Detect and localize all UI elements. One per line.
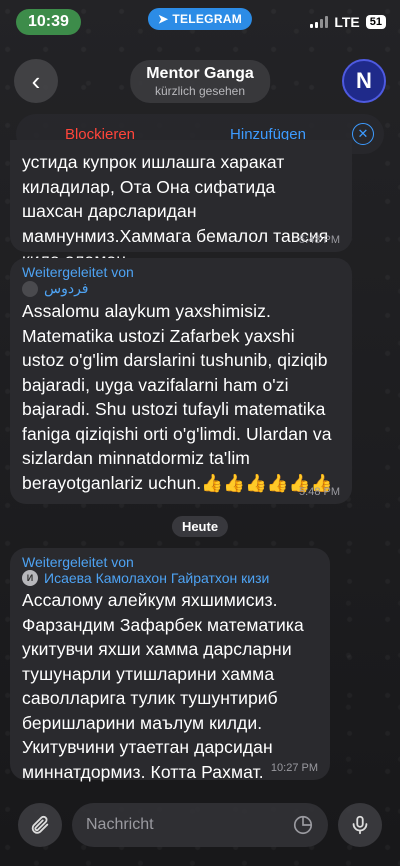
voice-record-button[interactable]: [338, 803, 382, 847]
back-button[interactable]: ‹: [14, 59, 58, 103]
forwarded-from[interactable]: فردوس: [22, 280, 340, 297]
message-text: устида купрок ишлашга харакат киладилар,…: [22, 152, 329, 270]
forwarded-label: Weitergeleitet von: [22, 554, 134, 570]
message-composer: Nachricht: [0, 802, 400, 848]
status-bar: 10:39 ➤ TELEGRAM LTE 51: [0, 0, 400, 44]
telegram-badge-label: TELEGRAM: [172, 12, 243, 26]
telegram-plane-icon: ➤: [157, 12, 169, 26]
attach-button[interactable]: [18, 803, 62, 847]
close-icon[interactable]: ✕: [352, 123, 374, 145]
status-indicators: LTE 51: [310, 14, 386, 30]
chevron-left-icon: ‹: [31, 65, 41, 96]
forwarded-sender-name: فردوس: [44, 280, 89, 296]
paperclip-icon: [31, 815, 49, 834]
message-input[interactable]: Nachricht: [72, 803, 328, 847]
avatar[interactable]: N: [342, 59, 386, 103]
message-placeholder: Nachricht: [86, 816, 154, 833]
signal-icon: [310, 16, 329, 28]
forwarded-sender-name: Исаева Камолахон Гайратхон кизи: [44, 570, 270, 586]
chat-header: ‹ Mentor Ganga kürzlich gesehen N: [0, 52, 400, 110]
sticker-icon[interactable]: [292, 814, 314, 836]
message-text: Ассалому алейкум яхшимисиз. Фарзандим За…: [22, 590, 304, 782]
network-label: LTE: [334, 14, 360, 30]
avatar-letter: N: [356, 68, 372, 93]
sender-avatar-icon: И: [22, 570, 38, 586]
message-time: 10:27 PM: [270, 762, 318, 774]
last-seen-status: kürzlich gesehen: [154, 83, 246, 98]
forwarded-label: Weitergeleitet von: [22, 264, 134, 280]
contact-name: Mentor Ganga: [146, 64, 254, 82]
chat-title[interactable]: Mentor Ganga kürzlich gesehen: [130, 59, 270, 103]
message-text: Assalomu alaykum yaxshimisiz. Matematika…: [22, 301, 333, 493]
message-time: 5:48 PM: [299, 234, 340, 246]
telegram-badge[interactable]: ➤ TELEGRAM: [147, 8, 253, 30]
status-time: 10:39: [16, 9, 81, 35]
message-bubble[interactable]: Weitergeleitet von И Исаева Камолахон Га…: [10, 548, 330, 782]
microphone-icon: [352, 815, 368, 835]
date-divider: Heute: [171, 516, 229, 537]
forwarded-from[interactable]: И Исаева Камолахон Гайратхон кизи: [22, 570, 318, 586]
battery-icon: 51: [365, 15, 386, 29]
sender-avatar-icon: [22, 280, 38, 297]
message-bubble[interactable]: Weitergeleitet von فردوس Assalomu alayku…: [10, 258, 352, 504]
message-time: 5:48 PM: [299, 486, 340, 498]
message-bubble[interactable]: устида купрок ишлашга харакат киладилар,…: [10, 140, 352, 270]
